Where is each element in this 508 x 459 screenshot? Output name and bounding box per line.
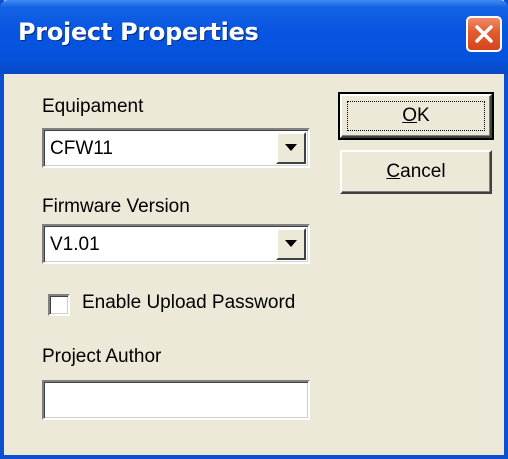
equipment-select[interactable]: CFW11 — [42, 128, 310, 168]
firmware-select[interactable]: V1.01 — [42, 224, 310, 264]
title-bar[interactable]: Project Properties — [0, 0, 508, 74]
equipment-dropdown-button[interactable] — [276, 132, 306, 164]
equipment-value: CFW11 — [50, 138, 113, 159]
upload-password-label[interactable]: Enable Upload Password — [82, 292, 295, 314]
upload-password-checkbox[interactable] — [48, 294, 70, 316]
cancel-mnemonic: C — [386, 161, 401, 182]
chevron-down-icon — [285, 240, 297, 247]
cancel-button[interactable]: Cancel — [340, 150, 492, 194]
equipment-label: Equipament — [42, 96, 144, 117]
cancel-label-rest: ancel — [400, 161, 446, 182]
project-properties-dialog: Project Properties Equipament CFW11 Firm… — [0, 0, 508, 459]
chevron-down-icon — [285, 144, 297, 151]
close-icon — [475, 25, 493, 43]
ok-button[interactable]: OK — [338, 92, 494, 140]
window-title: Project Properties — [18, 18, 259, 46]
close-button[interactable] — [466, 16, 502, 52]
firmware-dropdown-button[interactable] — [276, 228, 306, 260]
firmware-label: Firmware Version — [42, 196, 190, 217]
firmware-value: V1.01 — [50, 234, 100, 255]
author-input[interactable] — [42, 380, 310, 420]
focus-rectangle — [347, 101, 485, 131]
author-label: Project Author — [42, 346, 162, 367]
